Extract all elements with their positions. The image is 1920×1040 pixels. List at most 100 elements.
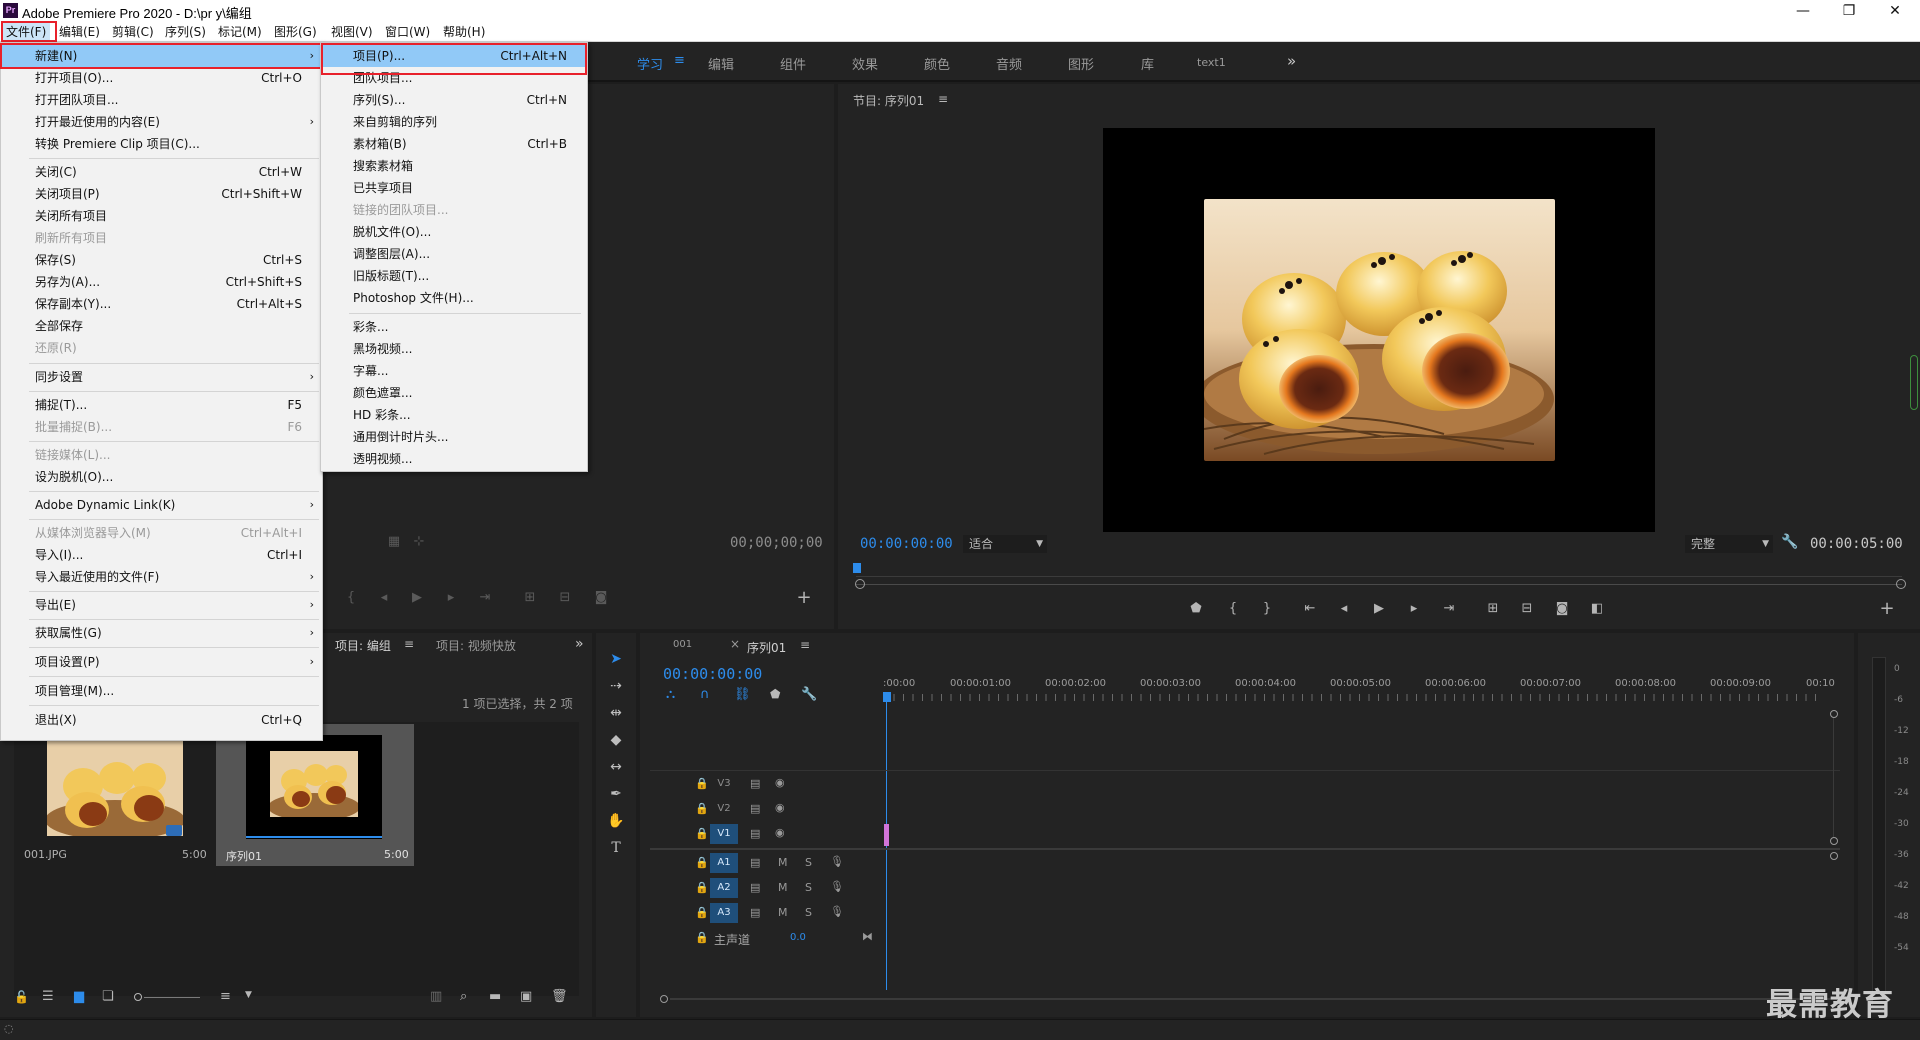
- project-tab-speed[interactable]: 项目: 视频快放: [436, 637, 516, 654]
- lock-icon[interactable]: 🔒: [695, 931, 709, 944]
- mark-out-icon[interactable]: }: [1256, 599, 1278, 619]
- step-back-icon[interactable]: ◂: [1333, 599, 1355, 619]
- mark-in-icon[interactable]: {: [1222, 599, 1244, 619]
- lock-icon[interactable]: 🔒: [695, 777, 709, 790]
- more-panels-icon[interactable]: »: [575, 636, 584, 652]
- file-menu-close[interactable]: 关闭(C) Ctrl+W: [1, 161, 322, 183]
- track-label-v1[interactable]: V1: [710, 824, 738, 844]
- razor-tool-icon[interactable]: ◆: [604, 732, 628, 748]
- slip-tool-icon[interactable]: ↔: [604, 759, 628, 775]
- project-item-sequence[interactable]: 序列01 5:00: [216, 724, 414, 866]
- file-menu-save[interactable]: 保存(S) Ctrl+S: [1, 249, 322, 271]
- more-workspaces-icon[interactable]: »: [1287, 52, 1296, 70]
- track-a1[interactable]: 🔒 A1 ▤ M S 🎙: [650, 853, 1835, 875]
- track-label-a1[interactable]: A1: [710, 853, 738, 873]
- new-color-matte-item[interactable]: 颜色遮罩...: [321, 382, 587, 404]
- goto-end-icon[interactable]: ⧓: [862, 930, 873, 943]
- zoom-handle-right[interactable]: [1896, 579, 1906, 589]
- file-menu-import-recent[interactable]: 导入最近使用的文件(F) ›: [1, 566, 322, 588]
- workspace-menu-icon[interactable]: ≡: [674, 53, 685, 68]
- timeline-timecode[interactable]: 00:00:00:00: [663, 665, 762, 683]
- file-menu-get-properties[interactable]: 获取属性(G) ›: [1, 622, 322, 644]
- icon-view-icon[interactable]: ▆: [74, 989, 84, 1004]
- solo-button[interactable]: S: [805, 906, 812, 919]
- file-menu-export[interactable]: 导出(E) ›: [1, 594, 322, 616]
- horizontal-scrollbar[interactable]: [670, 998, 1840, 1000]
- goto-in-icon[interactable]: ⇤: [1299, 599, 1321, 619]
- workspace-tab-edit[interactable]: 编辑: [708, 54, 734, 73]
- new-sequence-item[interactable]: 序列(S)... Ctrl+N: [321, 89, 587, 111]
- sync-lock-icon[interactable]: ▤: [750, 777, 760, 790]
- timeline-settings-icon[interactable]: 🔧: [801, 687, 817, 702]
- file-menu-dynamic-link[interactable]: Adobe Dynamic Link(K) ›: [1, 494, 322, 516]
- lock-icon[interactable]: 🔒: [695, 856, 709, 869]
- new-bars-and-tone-item[interactable]: 彩条...: [321, 316, 587, 338]
- vertical-scrollbar[interactable]: [1833, 718, 1834, 838]
- new-legacy-title-item[interactable]: 旧版标题(T)...: [321, 265, 587, 287]
- sync-lock-icon[interactable]: ▤: [750, 802, 760, 815]
- workspace-tab-graphics[interactable]: 图形: [1068, 54, 1094, 73]
- menu-clip[interactable]: 剪辑(C): [108, 23, 158, 41]
- track-a3[interactable]: 🔒 A3 ▤ M S 🎙: [650, 903, 1835, 925]
- file-menu-exit[interactable]: 退出(X) Ctrl+Q: [1, 709, 322, 731]
- new-bin-icon[interactable]: ▬: [489, 989, 501, 1004]
- program-playhead[interactable]: [853, 563, 861, 573]
- menu-edit[interactable]: 编辑(E): [55, 23, 104, 41]
- file-menu-capture[interactable]: 捕捉(T)... F5: [1, 394, 322, 416]
- source-play-icon[interactable]: ▶: [406, 588, 428, 608]
- goto-out-icon[interactable]: ⇥: [1438, 599, 1460, 619]
- lock-icon[interactable]: 🔒: [695, 827, 709, 840]
- menu-view[interactable]: 视图(V): [327, 23, 377, 41]
- mute-button[interactable]: M: [778, 856, 788, 869]
- find-icon[interactable]: ⌕: [460, 989, 467, 1004]
- new-captions-item[interactable]: 字幕...: [321, 360, 587, 382]
- project-item-001[interactable]: 001.JPG 5:00: [14, 724, 214, 866]
- mute-button[interactable]: M: [778, 881, 788, 894]
- fit-dropdown[interactable]: 适合 ▼: [963, 535, 1047, 553]
- wrench-icon[interactable]: 🔧: [1781, 534, 1798, 550]
- horizontal-scroll-handle[interactable]: [660, 995, 668, 1003]
- new-countdown-leader-item[interactable]: 通用倒计时片头...: [321, 426, 587, 448]
- source-safe-margins-icon[interactable]: ⊹: [408, 532, 430, 552]
- timeline-playhead-head[interactable]: [883, 692, 891, 702]
- new-team-project-item[interactable]: 团队项目...: [321, 67, 587, 89]
- freeform-view-icon[interactable]: ❏: [102, 989, 114, 1004]
- menu-marker[interactable]: 标记(M): [214, 23, 266, 41]
- new-project-item[interactable]: 项目(P)... Ctrl+Alt+N: [321, 45, 587, 67]
- workspace-tab-text1[interactable]: text1: [1197, 56, 1226, 69]
- source-add-button[interactable]: +: [793, 588, 815, 608]
- new-adjustment-layer-item[interactable]: 调整图层(A)...: [321, 243, 587, 265]
- source-step-back-icon[interactable]: ◂: [373, 588, 395, 608]
- file-menu-open-project[interactable]: 打开项目(O)... Ctrl+O: [1, 67, 322, 89]
- solo-button[interactable]: S: [805, 856, 812, 869]
- new-offline-file-item[interactable]: 脱机文件(O)...: [321, 221, 587, 243]
- maximize-button[interactable]: ❐: [1826, 0, 1872, 22]
- step-forward-icon[interactable]: ▸: [1403, 599, 1425, 619]
- menu-help[interactable]: 帮助(H): [439, 23, 489, 41]
- file-menu-make-offline[interactable]: 设为脱机(O)...: [1, 466, 322, 488]
- chevron-down-icon[interactable]: ▼: [245, 990, 252, 1000]
- program-zoom-bar[interactable]: [856, 584, 1902, 585]
- timeline-tab-001[interactable]: 001: [673, 639, 692, 650]
- track-v3[interactable]: 🔒 V3 ▤ ◉: [650, 774, 1835, 796]
- microphone-icon[interactable]: 🎙: [830, 855, 844, 868]
- sync-lock-icon[interactable]: ▤: [750, 881, 760, 894]
- vertical-scroll-handle[interactable]: [1830, 710, 1838, 718]
- program-timecode[interactable]: 00:00:00:00: [860, 536, 953, 552]
- file-menu-close-project[interactable]: 关闭项目(P) Ctrl+Shift+W: [1, 183, 322, 205]
- track-v1[interactable]: 🔒 V1 ▤ ◉: [650, 824, 1835, 846]
- file-menu-sync-settings[interactable]: 同步设置 ›: [1, 366, 322, 388]
- vertical-scroll-handle[interactable]: [1830, 837, 1838, 845]
- sync-lock-icon[interactable]: ▤: [750, 827, 760, 840]
- source-mark-in-icon[interactable]: {: [340, 588, 362, 608]
- pen-tool-icon[interactable]: ✒: [604, 786, 628, 802]
- track-label-a3[interactable]: A3: [710, 903, 738, 923]
- add-marker-timeline-icon[interactable]: ⬟: [770, 687, 780, 701]
- source-export-frame-icon[interactable]: ◙: [590, 588, 612, 608]
- project-tab-edit[interactable]: 项目: 编组: [335, 637, 391, 654]
- solo-button[interactable]: S: [805, 881, 812, 894]
- menu-file[interactable]: 文件(F): [2, 23, 51, 41]
- close-button[interactable]: ✕: [1872, 0, 1918, 22]
- track-label-v2[interactable]: V2: [710, 799, 738, 819]
- file-menu-new[interactable]: 新建(N) ›: [1, 45, 322, 67]
